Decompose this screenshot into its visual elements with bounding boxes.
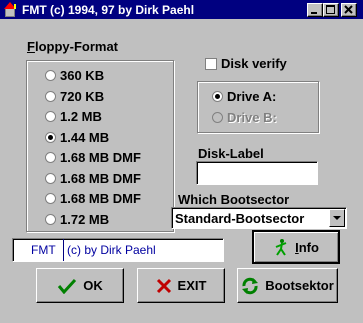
floppy-format-label: Floppy-Format (27, 39, 119, 54)
credit-divider (63, 239, 64, 261)
floppy-format-option-label: 1.72 MB (60, 211, 110, 227)
minimize-icon (311, 12, 317, 14)
window-title: FMT (c) 1994, 97 by Dirk Paehl (22, 3, 195, 17)
floppy-format-option[interactable]: 1.72 MB (45, 212, 109, 227)
refresh-icon (242, 277, 259, 294)
floppy-format-option[interactable]: 720 KB (45, 89, 104, 104)
drive-a-dot[interactable] (212, 91, 223, 102)
bootsektor-button[interactable]: Bootsektor (237, 268, 338, 303)
floppy-format-option[interactable]: 1.44 MB (45, 130, 109, 145)
ok-label: OK (83, 278, 103, 293)
close-button[interactable] (341, 3, 357, 17)
radio-dot[interactable] (45, 131, 56, 143)
radio-dot[interactable] (45, 111, 56, 122)
floppy-format-option-label: 1.44 MB (60, 129, 110, 145)
disk-verify-checkbox[interactable]: Disk verify (205, 56, 287, 71)
title-bar[interactable]: FMT (c) 1994, 97 by Dirk Paehl (0, 0, 363, 20)
floppy-format-option-label: 720 KB (60, 88, 105, 104)
app-icon[interactable] (3, 2, 19, 18)
dialog-body: Floppy-Format 360 KB 720 KB 1.2 MB 1.44 MB 1… (0, 20, 363, 323)
drive-b-radio[interactable]: Drive B: (212, 110, 277, 125)
maximize-button[interactable] (323, 3, 339, 17)
bootsektor-label: Bootsektor (265, 278, 334, 293)
disk-label-label: Disk-Label (198, 146, 264, 161)
floppy-format-option-label: 1.2 MB (60, 109, 102, 124)
info-button[interactable]: Info (252, 230, 340, 264)
credit-text: (c) by Dirk Paehl (67, 243, 156, 257)
minimize-button[interactable] (307, 3, 323, 17)
info-label: Info (295, 239, 319, 255)
close-icon (344, 5, 353, 14)
radio-dot[interactable] (45, 172, 56, 184)
floppy-format-option[interactable]: 1.68 MB DMF (45, 191, 141, 206)
floppy-format-option[interactable]: 1.2 MB (45, 109, 102, 124)
x-icon (156, 278, 171, 293)
bootsector-selected-value: Standard-Bootsector (175, 211, 305, 226)
drive-a-radio[interactable]: Drive A: (212, 89, 276, 104)
exit-label: EXIT (177, 278, 207, 293)
radio-dot[interactable] (45, 70, 56, 81)
bootsector-label: Which Bootsector (178, 192, 290, 207)
radio-dot[interactable] (45, 213, 56, 225)
drive-b-label: Drive B: (227, 110, 277, 125)
bootsector-select[interactable]: Standard-Bootsector (171, 207, 347, 229)
disk-verify-label: Disk verify (221, 56, 287, 71)
checkmark-icon (58, 278, 77, 294)
credit-box: FMT (c) by Dirk Paehl (12, 238, 224, 262)
bootsector-dropdown-button[interactable] (329, 209, 345, 227)
radio-dot[interactable] (45, 90, 56, 102)
floppy-format-option-label: 1.68 MB DMF (60, 191, 141, 206)
floppy-format-group (26, 60, 174, 232)
radio-dot[interactable] (45, 193, 56, 204)
disk-label-input[interactable] (196, 161, 318, 185)
person-icon (275, 239, 287, 256)
radio-dot[interactable] (45, 152, 56, 163)
floppy-format-option[interactable]: 1.68 MB DMF (45, 171, 141, 186)
maximize-icon (326, 5, 335, 14)
floppy-format-option[interactable]: 360 KB (45, 68, 104, 83)
floppy-format-option[interactable]: 1.68 MB DMF (45, 150, 141, 165)
exit-button[interactable]: EXIT (137, 268, 225, 303)
drive-b-dot[interactable] (212, 112, 223, 123)
floppy-format-option-label: 360 KB (60, 68, 105, 83)
chevron-down-icon (333, 216, 341, 220)
drive-a-label: Drive A: (227, 89, 277, 104)
ok-button[interactable]: OK (36, 268, 124, 303)
floppy-format-option-label: 1.68 MB DMF (60, 150, 141, 165)
disk-verify-box[interactable] (205, 57, 217, 70)
credit-fmt: FMT (31, 243, 56, 257)
floppy-format-option-label: 1.68 MB DMF (60, 170, 141, 186)
